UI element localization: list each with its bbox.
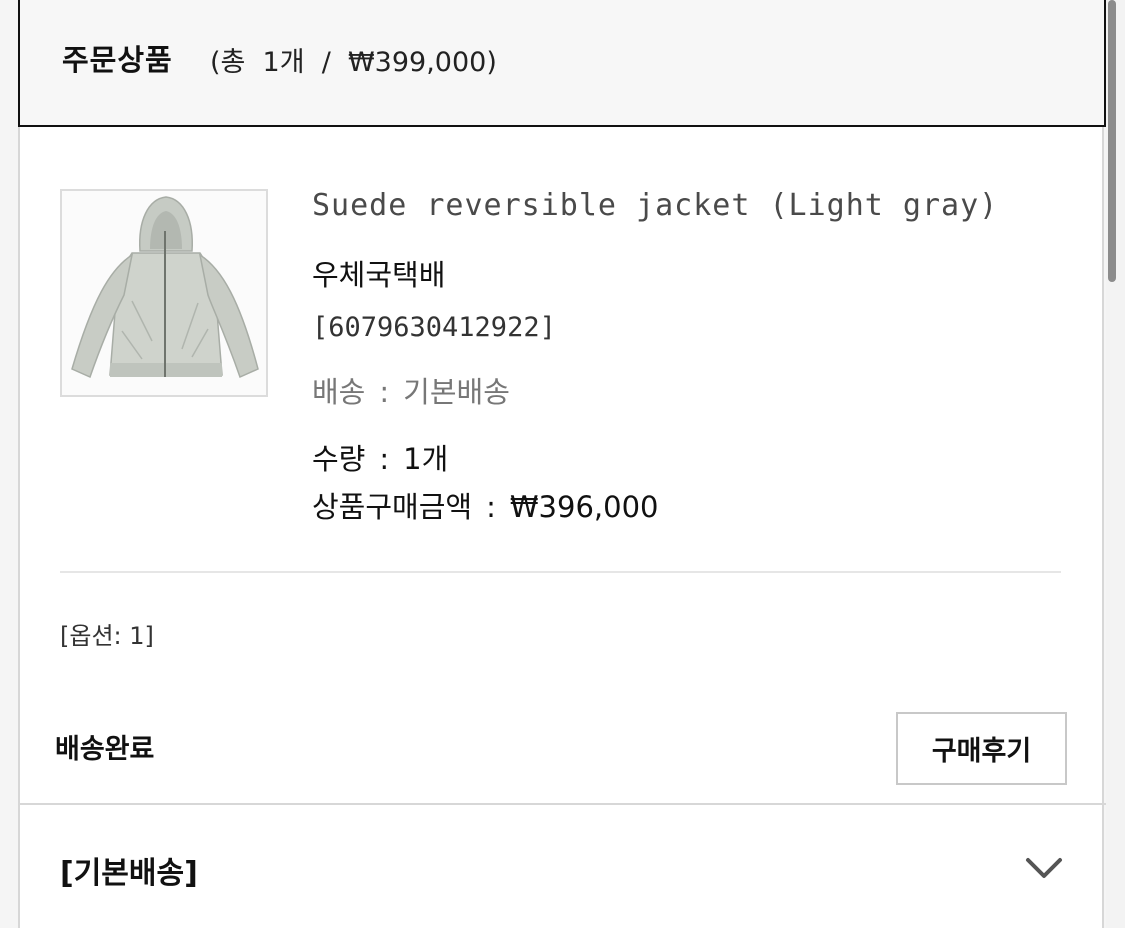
- shipping-company: 우체국택배: [312, 258, 446, 292]
- order-header-summary: (총 1개 / ₩399,000): [210, 47, 497, 78]
- shipping-type-separator: :: [379, 375, 390, 409]
- price-separator: :: [486, 490, 496, 524]
- shipping-section-title[interactable]: [기본배송]: [60, 848, 198, 892]
- quantity-label: 수량: [312, 442, 366, 476]
- quantity-separator: :: [379, 442, 390, 476]
- order-panel: [18, 0, 1104, 928]
- shipping-type: 배송: 기본배송: [312, 369, 510, 411]
- quantity-value: 1개: [403, 442, 449, 476]
- price-label: 상품구매금액: [312, 490, 473, 524]
- price-value: ₩396,000: [509, 490, 659, 524]
- quantity: 수량:1개: [312, 436, 448, 478]
- review-button[interactable]: 구매후기: [896, 712, 1067, 785]
- scrollbar-thumb[interactable]: [1108, 0, 1116, 282]
- product-name[interactable]: Suede reversible jacket (Light gray): [312, 188, 998, 223]
- shipping-type-label: 배송: [312, 375, 366, 409]
- option-text: [옵션: 1]: [60, 622, 154, 650]
- shipping-type-value: 기본배송: [403, 375, 510, 409]
- section-divider: [18, 803, 1106, 805]
- jacket-photo: [62, 191, 266, 395]
- divider: [60, 571, 1061, 573]
- order-header-title: 주문상품: [62, 43, 173, 77]
- tracking-number: [6079630412922]: [312, 312, 556, 343]
- delivery-status: 배송완료: [55, 734, 155, 765]
- order-header: 주문상품 (총 1개 / ₩399,000): [18, 0, 1106, 127]
- chevron-down-icon[interactable]: [1024, 852, 1064, 884]
- product-image[interactable]: [60, 189, 268, 397]
- product-price: 상품구매금액: ₩396,000: [312, 484, 658, 526]
